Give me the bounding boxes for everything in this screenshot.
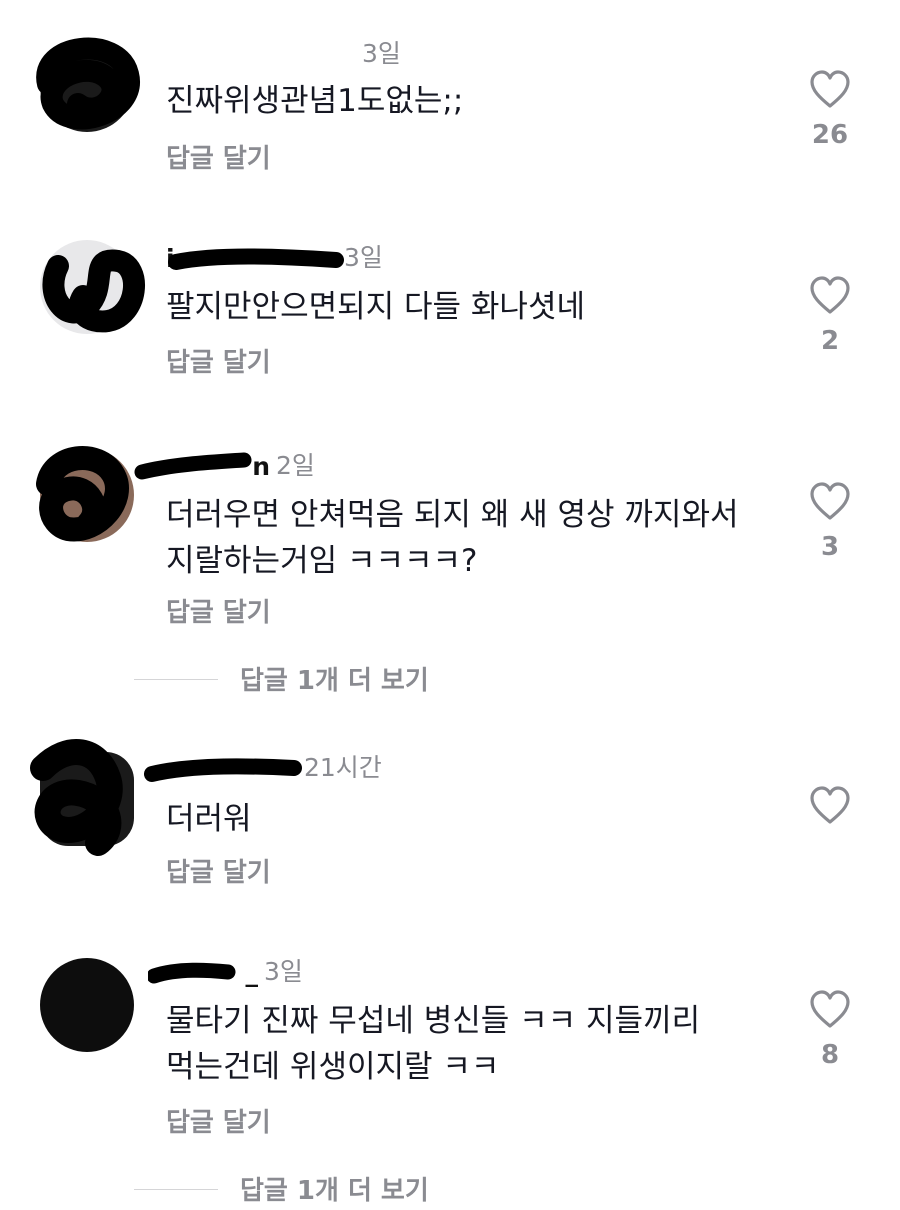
like-count: 3 <box>820 532 840 562</box>
reply-button[interactable]: 답글 달기 <box>166 592 271 629</box>
username-redaction <box>134 452 252 480</box>
view-more-replies-label: 답글 1개 더 보기 <box>240 666 429 696</box>
heart-outline-icon <box>810 786 850 824</box>
redaction-scribble <box>36 37 140 130</box>
reply-button[interactable]: 답글 달기 <box>166 342 271 379</box>
heart-outline-icon <box>810 276 850 314</box>
like-button[interactable]: 2 <box>800 276 860 356</box>
comment-meta: _ 3일 <box>148 952 303 988</box>
comment-time: 3일 <box>344 243 383 272</box>
like-button[interactable] <box>800 786 860 836</box>
like-button[interactable]: 3 <box>800 482 860 562</box>
heart-outline-icon <box>810 70 850 108</box>
avatar[interactable] <box>36 446 134 542</box>
comment-text: 더러우면 안쳐먹음 되지 왜 새 영상 까지와서 지랄하는거임 ㅋㅋㅋㅋ? <box>166 492 776 584</box>
comment-text-line: 지랄하는거임 ㅋㅋㅋㅋ? <box>166 543 478 579</box>
redaction-scribble <box>42 249 145 333</box>
username[interactable]: n <box>134 452 270 482</box>
comment-time: 3일 <box>362 39 401 68</box>
like-count: 26 <box>811 120 849 150</box>
comment-meta: 3일 <box>166 34 401 70</box>
comment-time: 21시간 <box>304 753 382 782</box>
username[interactable] <box>166 40 356 70</box>
like-button[interactable]: 8 <box>800 990 860 1070</box>
comment-text: 물타기 진짜 무섭네 병신들 ㅋㅋ 지들끼리 먹는건데 위생이지랄 ㅋㅋ <box>166 998 776 1090</box>
comment-text-line: 물타기 진짜 무섭네 병신들 ㅋㅋ 지들끼리 <box>166 1003 701 1039</box>
avatar[interactable] <box>30 739 134 856</box>
heart-outline-icon <box>810 482 850 520</box>
username[interactable]: _ <box>148 958 258 988</box>
divider <box>134 1189 218 1190</box>
comment-text-line: 먹는건데 위생이지랄 ㅋㅋ <box>166 1049 500 1085</box>
username-redaction <box>168 248 344 270</box>
username[interactable] <box>144 754 302 784</box>
comment-time: 3일 <box>264 957 303 986</box>
avatar[interactable] <box>36 37 140 132</box>
like-count: 2 <box>820 326 840 356</box>
heart-outline-icon <box>810 990 850 1028</box>
username[interactable]: i <box>166 244 344 274</box>
comment-text: 팔지만안으면되지 다들 화나셧네 <box>166 289 585 325</box>
reply-button[interactable]: 답글 달기 <box>166 138 271 175</box>
divider <box>134 679 218 680</box>
comment-time: 2일 <box>276 451 315 480</box>
reply-button[interactable]: 답글 달기 <box>166 852 271 889</box>
like-button[interactable]: 26 <box>800 70 860 150</box>
comment-text: 진짜위생관념1도없는;; <box>166 83 464 119</box>
redaction-scribble <box>36 446 129 542</box>
username-redaction <box>144 758 302 782</box>
comment-meta: i 3일 <box>166 238 383 274</box>
comment-meta: n 2일 <box>134 446 315 482</box>
comment-meta: 21시간 <box>144 748 382 784</box>
view-more-replies-button[interactable]: 답글 1개 더 보기 <box>134 1170 634 1210</box>
avatar[interactable] <box>40 958 134 1052</box>
like-count: 8 <box>820 1040 840 1070</box>
comment-text: 더러워 <box>166 801 252 837</box>
view-more-replies-label: 답글 1개 더 보기 <box>240 1176 429 1206</box>
redaction-scribble <box>30 739 123 856</box>
username-redaction <box>148 962 236 984</box>
comment-text-line: 더러우면 안쳐먹음 되지 왜 새 영상 까지와서 <box>166 497 739 533</box>
view-more-replies-button[interactable]: 답글 1개 더 보기 <box>134 660 634 700</box>
reply-button[interactable]: 답글 달기 <box>166 1102 271 1139</box>
avatar[interactable] <box>40 240 145 334</box>
